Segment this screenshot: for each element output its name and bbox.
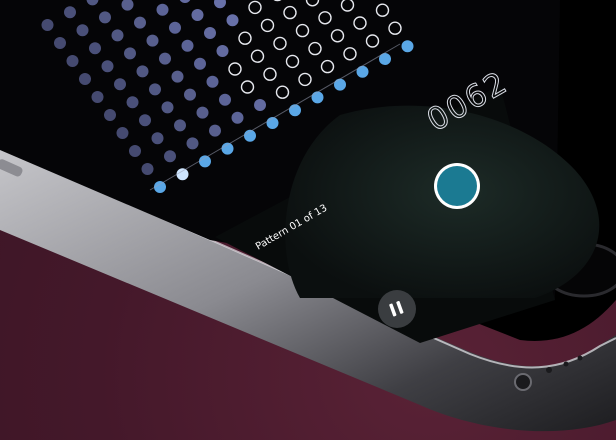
grid-dot[interactable] (141, 163, 154, 175)
grid-dot[interactable] (209, 124, 221, 137)
grid-dot[interactable] (174, 119, 186, 132)
grid-dot[interactable] (231, 111, 244, 124)
grid-dot[interactable] (204, 27, 216, 39)
grid-dot[interactable] (194, 57, 206, 70)
grid-dot[interactable] (226, 14, 239, 27)
grid-dot[interactable] (254, 99, 266, 111)
grid-dot[interactable] (169, 21, 181, 34)
grid-dot[interactable] (199, 155, 211, 168)
grid-dot[interactable] (156, 3, 169, 16)
grid-dot[interactable] (184, 88, 196, 101)
grid-dot[interactable] (334, 78, 346, 91)
grid-dot[interactable] (134, 16, 146, 29)
grid-dot[interactable] (41, 19, 54, 31)
grid-dot[interactable] (171, 70, 184, 83)
grid-dot[interactable] (111, 29, 124, 42)
grid-dot[interactable] (139, 114, 151, 127)
grid-dot[interactable] (159, 52, 171, 65)
grid-dot[interactable] (289, 104, 301, 117)
grid-dot[interactable] (114, 78, 126, 91)
grid-dot[interactable] (91, 91, 104, 103)
grid-dot[interactable] (136, 65, 149, 78)
grid-dot[interactable] (151, 132, 164, 145)
grid-dot[interactable] (191, 9, 204, 21)
grid-dot[interactable] (89, 42, 101, 55)
grid-dot[interactable] (99, 11, 111, 24)
grid-dot[interactable] (104, 109, 116, 121)
grid-dot[interactable] (66, 55, 79, 67)
screen: 0062 Pattern 01 of 13 (0, 0, 600, 343)
grid-dot[interactable] (161, 101, 174, 114)
grid-dot[interactable] (181, 39, 194, 52)
grid-dot[interactable] (356, 65, 369, 78)
grid-dot[interactable] (54, 37, 66, 49)
grid-dot[interactable] (116, 127, 129, 139)
grid-dot[interactable] (126, 96, 139, 109)
grid-dot[interactable] (206, 75, 219, 88)
grid-dot[interactable] (101, 60, 114, 73)
grid-dot[interactable] (219, 93, 231, 106)
scene: 0062 Pattern 01 of 13 (0, 0, 616, 440)
grid-dot[interactable] (146, 34, 159, 47)
grid-dot[interactable] (129, 145, 141, 157)
grid-dot[interactable] (79, 73, 91, 85)
grid-dot[interactable] (164, 150, 176, 163)
target-dot-icon[interactable] (434, 163, 480, 209)
grid-dot[interactable] (124, 47, 136, 60)
device-illustration: 0062 Pattern 01 of 13 (0, 0, 616, 432)
grid-dot[interactable] (76, 24, 89, 37)
grid-dot[interactable] (186, 137, 199, 150)
pause-button[interactable] (378, 290, 416, 328)
grid-dot[interactable] (401, 40, 414, 53)
grid-dot[interactable] (176, 168, 189, 181)
grid-dot[interactable] (149, 83, 161, 96)
grid-dot[interactable] (196, 106, 209, 119)
grid-dot[interactable] (216, 45, 229, 57)
grid-dot[interactable] (311, 91, 324, 104)
grid-dot[interactable] (64, 6, 76, 19)
